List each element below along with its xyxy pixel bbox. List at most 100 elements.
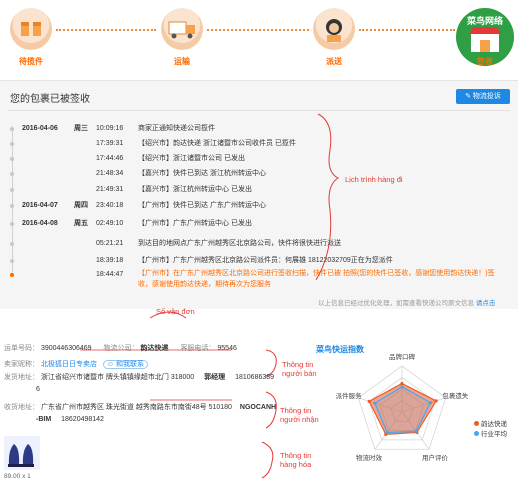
track-desc: 【广州市】广东广州转运中心 已发出 [138, 217, 252, 231]
track-city: 【嘉兴市】 [138, 186, 173, 193]
timeline-dot [10, 242, 14, 246]
to-phone: 18620498142 [61, 416, 104, 423]
to-address-row: 收货地址： 广东省广州市越秀区 珠光街道 越秀南路东市南街48号 510180 … [4, 403, 276, 413]
track-text: 快件已到达 浙江杭州转运中心 [173, 170, 266, 177]
track-city: 【广州市】 [138, 202, 173, 209]
track-desc: 【广州市】在广东广州越秀区北京路公司进行签收扫描，快件已被 拍照(您的快件已签收… [138, 268, 508, 290]
track-time: 23:40:18 [96, 202, 124, 209]
track-city: 【绍兴市】 [138, 155, 173, 162]
annotation-waybill: Số vận đơn [156, 307, 195, 316]
radar-axis [401, 411, 430, 450]
legend-dot [474, 421, 479, 426]
track-weekday: 周三 [74, 125, 88, 132]
track-time: 21:49:31 [96, 186, 124, 193]
divider [8, 110, 510, 111]
legend-dot [474, 431, 479, 436]
radar-grid [357, 365, 447, 450]
box-icon [21, 22, 41, 36]
timeline-dot [10, 172, 14, 176]
track-time: 05:21:21 [96, 240, 124, 247]
track-date: 2016-04-06 [22, 125, 58, 132]
timeline-dot [10, 273, 14, 277]
radar-grid [368, 377, 436, 441]
step-2-circle [161, 8, 203, 50]
step-3-circle [313, 8, 355, 50]
track-time: 17:39:31 [96, 140, 124, 147]
step-1-circle [10, 8, 52, 50]
footer-note-text: 以上信息已经过优化处理，如需查看快递公司原文信息 [318, 300, 474, 307]
track-text: 浙江诸暨市公司 已发出 [173, 155, 245, 162]
timeline-line [12, 126, 13, 274]
step-divider [56, 29, 156, 31]
track-desc: 【嘉兴市】快件已到达 浙江杭州转运中心 [138, 167, 266, 181]
logistics-complaint-label: 物流投诉 [472, 93, 501, 100]
track-desc: 【嘉兴市】浙江杭州转运中心 已发出 [138, 183, 252, 197]
track-desc: 【广州市】快件已到达 广东广州转运中心 [138, 199, 266, 213]
track-desc: 商家正通知快递公司揽件 [138, 122, 215, 136]
contact-label: 和我联系 [116, 361, 145, 368]
radar-point [414, 429, 418, 433]
from-address: 浙江省绍兴市诸暨市 牌头镇镇缘超市北门 318000 [40, 374, 195, 381]
radar-grid [390, 400, 414, 422]
radar-axis-label: 物流时效 [356, 455, 382, 463]
track-weekday: 周五 [74, 220, 88, 227]
radar-axis-label: 品牌口碑 [389, 353, 415, 361]
track-city: 【广州市】 [138, 270, 173, 277]
annotation-goods: Thông tin hàng hóa [280, 451, 312, 469]
radar-point [385, 430, 389, 435]
edit-icon: ✎ [465, 93, 471, 100]
track-desc: 到达目的地网点广东广州越秀区北京路公司，快件将很快进行派送 [138, 237, 341, 251]
footer-link[interactable]: 请点击 [476, 300, 496, 307]
radar-axis-label: 用户评价 [421, 455, 448, 463]
seller-name[interactable]: 北极狐日日专卖店 [41, 361, 97, 368]
timeline-dot [10, 204, 14, 208]
legend-label: 韵达快递 [481, 421, 507, 428]
timeline-dot [10, 127, 14, 131]
track-desc: 【广州市】广东广州越秀区北京路公司派件员：何展雄 18122032709正在为您… [138, 254, 393, 268]
waybill-number: 3900446306469 [40, 345, 92, 352]
annotation-receiver: Thông tin người nhận [280, 406, 319, 424]
timeline-dot [10, 157, 14, 161]
track-time: 18:44:47 [96, 271, 124, 278]
legend-item: 行业平均 [474, 430, 507, 440]
logistics-complaint-button[interactable]: ✎ 物流投诉 [456, 89, 510, 104]
from-phone: 1810686389 [235, 374, 275, 381]
phone-label: 客服电话： [180, 345, 216, 352]
track-city: 【绍兴市】 [138, 140, 173, 147]
radar-point [415, 430, 419, 435]
radar-point [373, 401, 377, 405]
radar-series-area [368, 382, 437, 435]
track-text: 到达目的地网点广东广州越秀区北京路公司，快件将很快进行派送 [138, 240, 341, 247]
status-title: 您的包裹已被签收 [10, 94, 90, 105]
radar-point [367, 399, 371, 403]
step-3-label: 派送 [326, 57, 342, 66]
track-text: 浙江杭州转运中心 已发出 [173, 186, 252, 193]
track-text: 在广东广州越秀区北京路公司进行签收扫描，快件已被 拍照(您的快件已签收，感谢您使… [138, 270, 495, 288]
step-2-label: 运输 [174, 57, 190, 66]
radar-point [400, 381, 404, 386]
annotation-tracking: Lịch trình hàng đi [345, 175, 403, 184]
slippers-icon [8, 444, 34, 467]
track-time: 18:39:18 [96, 257, 124, 264]
track-time: 17:44:46 [96, 155, 124, 162]
radar-axis-label: 派件服务 [335, 392, 362, 400]
seller-label: 卖家昵称： [4, 361, 39, 368]
from-address-row: 发货地址： 浙江省绍兴市诸暨市 牌头镇镇缘超市北门 318000 郭经理 181… [4, 373, 274, 383]
radar-legend: 韵达快递 行业平均 [474, 420, 507, 440]
radar-axis [374, 411, 403, 450]
radar-axis [401, 397, 446, 413]
track-text: 广东广州转运中心 已发出 [173, 220, 252, 227]
legend-item: 韵达快递 [474, 420, 507, 430]
waybill-row: 运单号码： 3900446306469 物流公司： 韵达快递 客服电话： 955… [4, 344, 237, 354]
annotation-seller: Thông tin người bán [282, 360, 317, 378]
track-city: 【嘉兴市】 [138, 170, 173, 177]
track-city: 【广州市】 [138, 257, 173, 264]
contact-seller-button[interactable]: ☺ 和我联系 [102, 360, 149, 369]
footer-note: 以上信息已经过优化处理，如需查看快递公司原文信息 请点击 [318, 297, 495, 307]
goods-image[interactable] [4, 436, 40, 470]
track-text: 韵达快递 浙江诸暨市公司收件员 已揽件 [173, 140, 296, 147]
step-divider [207, 29, 309, 31]
from-name: 郭经理 [204, 374, 226, 381]
company-label: 物流公司： [103, 345, 139, 352]
track-text: 商家正通知快递公司揽件 [138, 125, 215, 132]
